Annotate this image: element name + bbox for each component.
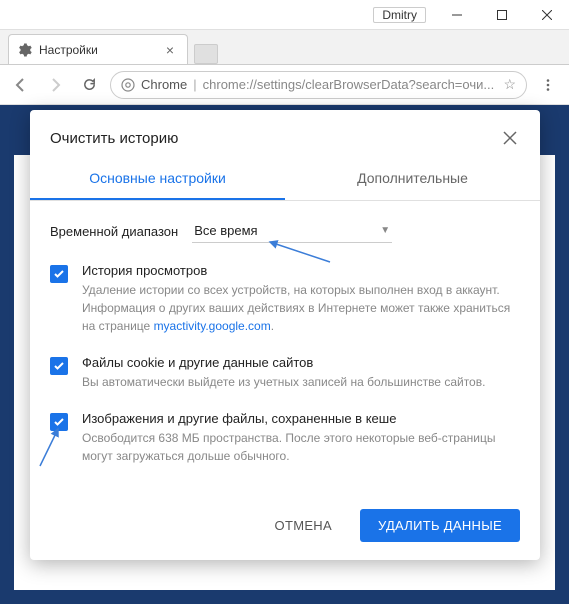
option-cache: Изображения и другие файлы, сохраненные … — [50, 411, 520, 465]
reload-button[interactable] — [76, 72, 102, 98]
option-desc: Освободится 638 МБ пространства. После э… — [82, 429, 520, 465]
option-title: Изображения и другие файлы, сохраненные … — [82, 411, 520, 426]
option-browsing-history: История просмотров Удаление истории со в… — [50, 263, 520, 335]
clear-data-button[interactable]: УДАЛИТЬ ДАННЫЕ — [360, 509, 520, 542]
dialog-tabs: Основные настройки Дополнительные — [30, 158, 540, 201]
checkbox-cache[interactable] — [50, 413, 68, 431]
myactivity-link[interactable]: myactivity.google.com — [154, 319, 271, 333]
minimize-button[interactable] — [434, 0, 479, 30]
maximize-button[interactable] — [479, 0, 524, 30]
back-button[interactable] — [8, 72, 34, 98]
address-bar: Chrome | chrome://settings/clearBrowserD… — [0, 65, 569, 105]
omnibox[interactable]: Chrome | chrome://settings/clearBrowserD… — [110, 71, 527, 99]
browser-tab[interactable]: Настройки × — [8, 34, 188, 64]
omnibox-url: chrome://settings/clearBrowserData?searc… — [203, 77, 498, 92]
bookmark-star-icon[interactable]: ☆ — [503, 76, 516, 93]
option-title: Файлы cookie и другие данные сайтов — [82, 355, 520, 370]
chrome-icon — [121, 78, 135, 92]
close-tab-icon[interactable]: × — [163, 43, 177, 57]
close-window-button[interactable] — [524, 0, 569, 30]
timerange-select[interactable]: Все время ▼ — [192, 219, 392, 243]
chevron-down-icon: ▼ — [380, 225, 390, 236]
dialog-close-button[interactable] — [500, 128, 520, 148]
timerange-value: Все время — [194, 223, 257, 238]
new-tab-button[interactable] — [194, 44, 218, 64]
dialog-title: Очистить историю — [50, 130, 178, 147]
clear-data-dialog: Очистить историю Основные настройки Допо… — [30, 110, 540, 560]
timerange-label: Временной диапазон — [50, 224, 178, 239]
window-titlebar: Dmitry — [0, 0, 569, 30]
browser-menu-button[interactable] — [535, 72, 561, 98]
user-badge[interactable]: Dmitry — [373, 7, 426, 23]
option-cookies: Файлы cookie и другие данные сайтов Вы а… — [50, 355, 520, 391]
checkbox-browsing-history[interactable] — [50, 265, 68, 283]
gear-icon — [17, 42, 33, 58]
tab-title: Настройки — [39, 43, 157, 57]
tab-basic[interactable]: Основные настройки — [30, 158, 285, 200]
forward-button[interactable] — [42, 72, 68, 98]
tab-strip: Настройки × — [0, 30, 569, 65]
option-title: История просмотров — [82, 263, 520, 278]
option-desc: Вы автоматически выйдете из учетных запи… — [82, 373, 520, 391]
tab-advanced[interactable]: Дополнительные — [285, 158, 540, 200]
omnibox-origin: Chrome — [141, 77, 187, 92]
checkbox-cookies[interactable] — [50, 357, 68, 375]
cancel-button[interactable]: ОТМЕНА — [257, 509, 350, 542]
option-desc: Удаление истории со всех устройств, на к… — [82, 281, 520, 335]
